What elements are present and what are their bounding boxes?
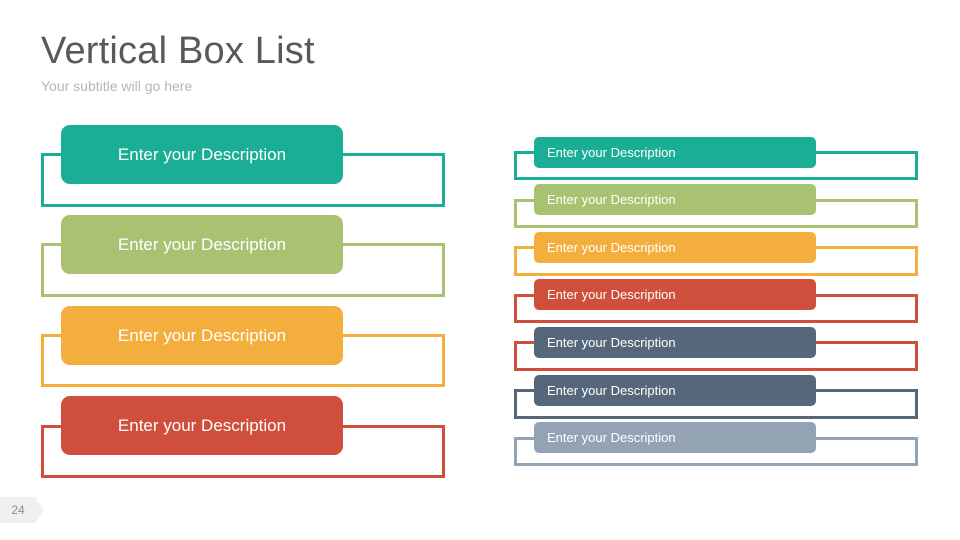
right-list-item-1: Enter your Description xyxy=(514,137,918,180)
right-list-item-7-label: Enter your Description xyxy=(534,422,816,453)
left-list-item-2-label: Enter your Description xyxy=(61,215,343,274)
left-list-item-4-label: Enter your Description xyxy=(61,396,343,455)
left-list-item-3: Enter your Description xyxy=(41,306,445,387)
right-list-item-7: Enter your Description xyxy=(514,422,918,466)
slide-subtitle: Your subtitle will go here xyxy=(41,78,193,94)
right-list-item-4-label: Enter your Description xyxy=(534,279,816,310)
left-list-item-1-label: Enter your Description xyxy=(61,125,343,184)
right-list-item-5-label: Enter your Description xyxy=(534,327,816,358)
page-number: 24 xyxy=(11,503,25,517)
right-list-item-3-label: Enter your Description xyxy=(534,232,816,263)
right-list-item-6: Enter your Description xyxy=(514,375,918,419)
right-list-item-2: Enter your Description xyxy=(514,184,918,228)
left-list-item-4: Enter your Description xyxy=(41,396,445,478)
left-list-item-3-label: Enter your Description xyxy=(61,306,343,365)
right-list-item-6-label: Enter your Description xyxy=(534,375,816,406)
slide-title: Vertical Box List xyxy=(41,30,315,72)
left-list-item-1: Enter your Description xyxy=(41,125,445,207)
right-list-item-1-label: Enter your Description xyxy=(534,137,816,168)
right-list-item-3: Enter your Description xyxy=(514,232,918,276)
left-list-item-2: Enter your Description xyxy=(41,215,445,297)
right-list-item-4: Enter your Description xyxy=(514,279,918,323)
right-list-item-2-label: Enter your Description xyxy=(534,184,816,215)
right-list-item-5: Enter your Description xyxy=(514,327,918,371)
